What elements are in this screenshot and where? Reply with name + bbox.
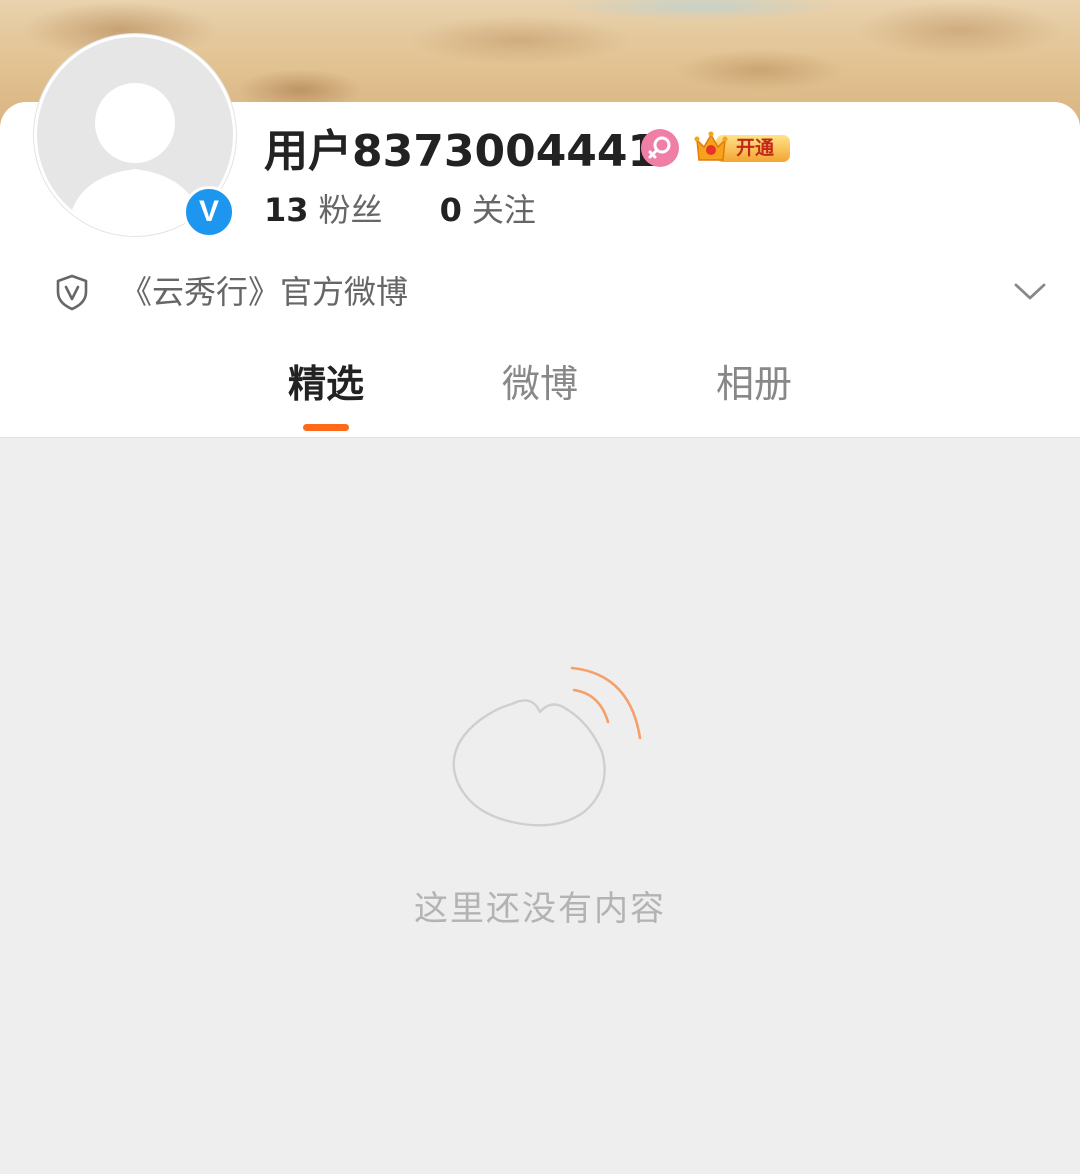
profile-description: 《云秀行》官方微博 (120, 273, 409, 311)
followers-stat[interactable]: 13 粉丝 (264, 188, 383, 232)
chevron-down-icon[interactable] (1010, 276, 1050, 306)
username: 用户8373004441 (264, 126, 659, 177)
tab-album[interactable]: 相册 (674, 354, 834, 414)
weibo-logo-icon (452, 666, 642, 827)
following-count: 0 (439, 191, 462, 229)
vip-open-label: 开通 (736, 137, 775, 159)
verified-icon: V (183, 186, 235, 238)
shield-v-icon (56, 274, 88, 311)
followers-count: 13 (264, 191, 309, 229)
tab-featured[interactable]: 精选 (246, 354, 406, 414)
following-label: 关注 (471, 191, 536, 229)
tab-weibo[interactable]: 微博 (460, 354, 620, 414)
follow-stats: 13 粉丝 0 关注 (264, 188, 588, 232)
tabs-divider (0, 437, 1080, 438)
following-stat[interactable]: 0 关注 (440, 188, 536, 232)
description-row[interactable]: 《云秀行》官方微博 (52, 270, 1052, 314)
profile-tabs: 精选 微博 相册 (0, 354, 1080, 438)
followers-label: 粉丝 (318, 191, 383, 229)
active-tab-indicator (303, 424, 349, 431)
female-gender-icon (641, 129, 679, 167)
empty-state-message: 这里还没有内容 (414, 889, 666, 929)
